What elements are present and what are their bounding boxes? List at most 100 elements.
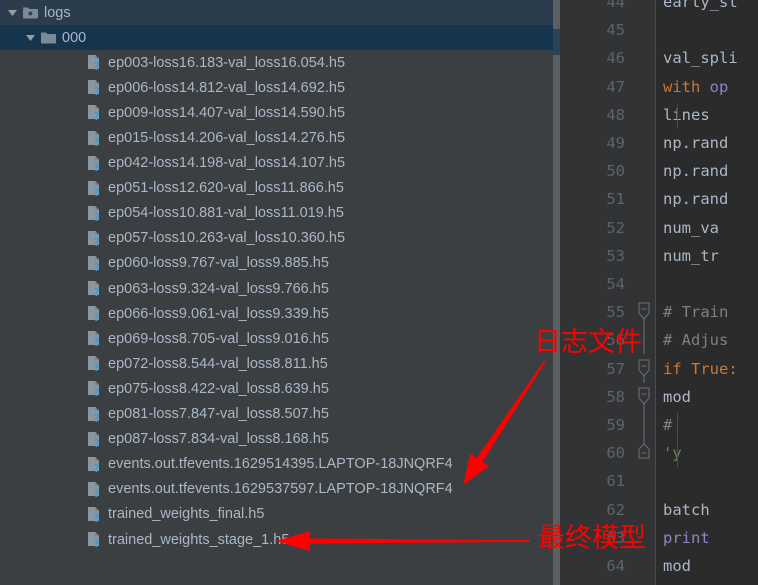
- code-text: np.rand: [663, 134, 729, 153]
- code-text: with op: [663, 77, 729, 96]
- svg-text:?: ?: [94, 537, 100, 548]
- code-fold-icon[interactable]: [633, 298, 655, 327]
- tree-item-label: ep054-loss10.881-val_loss11.019.h5: [108, 205, 344, 222]
- tree-item-label: ep006-loss14.812-val_loss14.692.h5: [108, 79, 346, 96]
- project-file-tree-panel[interactable]: logs 000? ep003-loss16.183-val_loss16.054.…: [0, 0, 553, 585]
- code-line[interactable]: 44 early_st: [565, 0, 758, 16]
- code-line[interactable]: 45: [565, 16, 758, 44]
- code-text: if True:: [663, 359, 738, 378]
- folder-with-dot-icon: [20, 4, 40, 22]
- tree-item-label: ep087-loss7.834-val_loss8.168.h5: [108, 431, 329, 448]
- code-line[interactable]: 48 lines: [565, 101, 758, 129]
- line-number: 57: [606, 359, 625, 378]
- code-line[interactable]: 64 mod: [565, 552, 758, 580]
- tree-scrollbar-thumb[interactable]: [553, 29, 560, 55]
- svg-text:?: ?: [94, 437, 100, 448]
- unknown-file-icon: ?: [84, 480, 104, 498]
- unknown-file-icon: ?: [84, 129, 104, 147]
- tree-scrollbar-track[interactable]: [553, 0, 560, 585]
- unknown-file-icon: ?: [84, 455, 104, 473]
- code-line[interactable]: 60 'y: [565, 439, 758, 467]
- indent-guide: [677, 441, 678, 468]
- code-line[interactable]: 53 num_tr: [565, 242, 758, 270]
- tree-item-label: ep009-loss14.407-val_loss14.590.h5: [108, 104, 346, 121]
- tree-item-label: ep066-loss9.061-val_loss9.339.h5: [108, 305, 329, 322]
- code-line[interactable]: 57 if True:: [565, 355, 758, 383]
- tree-item-label: ep069-loss8.705-val_loss9.016.h5: [108, 330, 329, 347]
- code-line[interactable]: 59 #: [565, 411, 758, 440]
- tree-item-label: events.out.tfevents.1629537597.LAPTOP-18…: [108, 481, 453, 498]
- code-line[interactable]: 52 num_va: [565, 214, 758, 242]
- unknown-file-icon: ?: [84, 254, 104, 272]
- code-line[interactable]: 47 with op: [565, 73, 758, 101]
- svg-text:?: ?: [94, 487, 100, 498]
- svg-text:?: ?: [94, 110, 100, 121]
- tree-item-file[interactable]: ? ep072-loss8.544-val_loss8.811.h5: [0, 351, 553, 376]
- svg-text:?: ?: [94, 161, 100, 172]
- tree-item-file[interactable]: ? ep066-loss9.061-val_loss9.339.h5: [0, 301, 553, 326]
- tree-item-file[interactable]: ? ep006-loss14.812-val_loss14.692.h5: [0, 75, 553, 100]
- tree-item-file[interactable]: ? ep069-loss8.705-val_loss9.016.h5: [0, 326, 553, 351]
- tree-item-file[interactable]: ? ep042-loss14.198-val_loss14.107.h5: [0, 151, 553, 176]
- tree-item-label: trained_weights_final.h5: [108, 506, 265, 523]
- tree-item-file[interactable]: ? ep054-loss10.881-val_loss11.019.h5: [0, 201, 553, 226]
- unknown-file-icon: ?: [84, 280, 104, 298]
- svg-text:?: ?: [94, 361, 100, 372]
- tree-item-file[interactable]: ? ep087-loss7.834-val_loss8.168.h5: [0, 427, 553, 452]
- tree-item-file[interactable]: ? ep051-loss12.620-val_loss11.866.h5: [0, 176, 553, 201]
- code-text: num_tr: [663, 246, 719, 265]
- unknown-file-icon: ?: [84, 430, 104, 448]
- code-line[interactable]: 49 np.rand: [565, 129, 758, 157]
- tree-item-label: ep015-loss14.206-val_loss14.276.h5: [108, 130, 346, 147]
- svg-text:?: ?: [94, 412, 100, 423]
- tree-item-folder[interactable]: 000: [0, 25, 553, 51]
- code-fold-icon[interactable]: [633, 411, 655, 440]
- code-line[interactable]: 63 print: [565, 524, 758, 552]
- line-number: 49: [606, 134, 625, 153]
- line-number: 45: [606, 21, 625, 40]
- tree-item-file[interactable]: ? trained_weights_stage_1.h5: [0, 527, 553, 552]
- code-fold-icon[interactable]: [633, 383, 655, 411]
- svg-text:?: ?: [94, 261, 100, 272]
- unknown-file-icon: ?: [84, 229, 104, 247]
- tree-item-folder[interactable]: logs: [0, 0, 553, 26]
- code-line[interactable]: 62 batch: [565, 496, 758, 524]
- code-fold-icon[interactable]: [633, 326, 655, 355]
- tree-item-label: ep060-loss9.767-val_loss9.885.h5: [108, 255, 329, 272]
- code-line[interactable]: 56 # Adjus: [565, 326, 758, 355]
- tree-item-label: ep003-loss16.183-val_loss16.054.h5: [108, 54, 346, 71]
- code-editor-panel[interactable]: 44 early_st 45 46 val_spli 47 with op 48 lines 4…: [565, 0, 758, 585]
- tree-item-label: trained_weights_stage_1.h5: [108, 531, 290, 548]
- code-line[interactable]: 61: [565, 467, 758, 495]
- tree-item-file[interactable]: ? ep057-loss10.263-val_loss10.360.h5: [0, 226, 553, 251]
- tree-item-file[interactable]: ? trained_weights_final.h5: [0, 502, 553, 527]
- tree-item-file[interactable]: ? ep015-loss14.206-val_loss14.276.h5: [0, 125, 553, 150]
- tree-item-file[interactable]: ? ep075-loss8.422-val_loss8.639.h5: [0, 376, 553, 401]
- line-number: 52: [606, 218, 625, 237]
- chevron-down-icon[interactable]: [4, 7, 20, 18]
- code-line[interactable]: 58 mod: [565, 383, 758, 411]
- tree-item-file[interactable]: ? ep063-loss9.324-val_loss9.766.h5: [0, 276, 553, 301]
- code-line[interactable]: 50 np.rand: [565, 157, 758, 185]
- code-text: 'y: [663, 444, 682, 463]
- unknown-file-icon: ?: [84, 204, 104, 222]
- tree-item-file[interactable]: ? events.out.tfevents.1629514395.LAPTOP-1…: [0, 452, 553, 477]
- line-number: 54: [606, 275, 625, 294]
- tree-item-file[interactable]: ? events.out.tfevents.1629537597.LAPTOP-1…: [0, 477, 553, 502]
- tree-item-file[interactable]: ? ep009-loss14.407-val_loss14.590.h5: [0, 100, 553, 125]
- code-line[interactable]: 46 val_spli: [565, 44, 758, 72]
- code-text: # Adjus: [663, 331, 729, 350]
- tree-item-file[interactable]: ? ep081-loss7.847-val_loss8.507.h5: [0, 402, 553, 427]
- code-line[interactable]: 54: [565, 270, 758, 298]
- tree-item-label: ep051-loss12.620-val_loss11.866.h5: [108, 180, 344, 197]
- tree-item-file[interactable]: ? ep060-loss9.767-val_loss9.885.h5: [0, 251, 553, 276]
- line-number: 48: [606, 105, 625, 124]
- code-line[interactable]: 51 np.rand: [565, 185, 758, 213]
- chevron-down-icon[interactable]: [22, 32, 38, 43]
- code-fold-icon[interactable]: [633, 355, 655, 383]
- tree-item-file[interactable]: ? ep003-loss16.183-val_loss16.054.h5: [0, 50, 553, 75]
- code-fold-icon[interactable]: [633, 439, 655, 467]
- line-number: 63: [606, 528, 625, 547]
- code-line[interactable]: 55 # Train: [565, 298, 758, 327]
- unknown-file-icon: ?: [84, 380, 104, 398]
